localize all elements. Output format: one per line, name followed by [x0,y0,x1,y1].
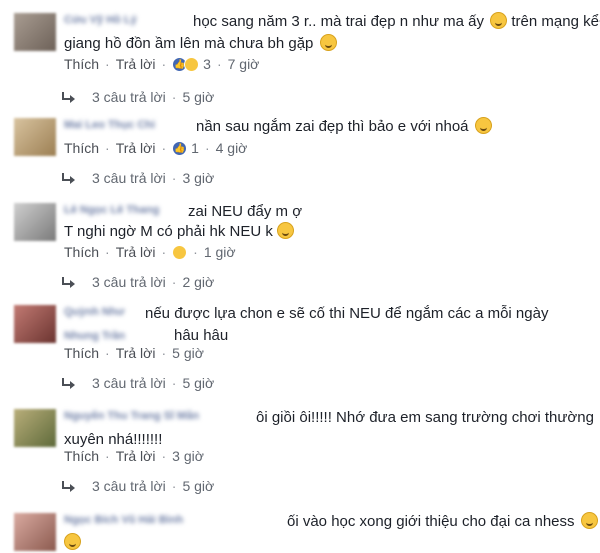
comment-text: ối vào học xong giới thiệu cho đại ca nh… [287,511,598,532]
replies-count[interactable]: 3 câu trả lời [92,89,166,105]
view-replies[interactable]: 3 câu trả lời · 5 giờ [62,89,214,105]
comment-author[interactable]: Lê Ngọc Lê Thang [64,204,184,218]
timestamp[interactable]: 4 giờ [216,140,248,156]
like-reaction-icon[interactable]: 👍 [172,140,188,156]
like-link[interactable]: Thích [64,140,99,156]
replies-time: 5 giờ [182,375,215,391]
avatar[interactable] [14,118,56,156]
comment-text: ôi giồi ôi!!!!! Nhớ đưa em sang trường c… [256,409,594,426]
comment-author[interactable]: Mai Leo Thục Chi [64,119,192,133]
like-link[interactable]: Thích [64,448,99,464]
reply-link[interactable]: Trả lời [116,345,156,361]
reaction-count[interactable]: 1 [191,140,199,156]
comment-actions: Thích · Trả lời · · 1 giờ [64,244,236,260]
timestamp[interactable]: 5 giờ [172,345,204,361]
timestamp[interactable]: 3 giờ [172,448,204,464]
like-link[interactable]: Thích [64,56,99,72]
reply-arrow-icon [62,481,75,492]
comment-author[interactable]: Ngọc Bích Vũ Hải Bình [64,514,284,528]
replies-count[interactable]: 3 câu trả lời [92,170,166,186]
reply-arrow-icon [62,277,75,288]
reply-arrow-icon [62,378,75,389]
laughing-emoji-icon [277,222,294,239]
comment-1: Cứu Vỹ Hồ Lý học sang năm 3 r.. mà trai … [0,0,600,105]
comment-4: Quỳnh Như nếu được lựa chon e sẽ cố thi … [0,292,600,395]
avatar[interactable] [14,513,56,551]
avatar[interactable] [14,305,56,343]
reply-link[interactable]: Trả lời [116,448,156,464]
comment-6: Ngọc Bích Vũ Hải Bình ối vào học xong gi… [0,500,600,553]
replies-time: 3 giờ [182,170,215,186]
replies-count[interactable]: 3 câu trả lời [92,375,166,391]
reaction-count[interactable]: 3 [203,56,211,72]
smirk-emoji-icon [64,533,81,550]
comment-author[interactable]: Nguyễn Thu Trang Sĩ Mẫn [64,410,248,424]
comment-3: Lê Ngọc Lê Thang zai NEU đẩy m ợ T nghi … [0,190,600,293]
comment-actions: Thích · Trả lời · 3 giờ [64,448,204,464]
comment-text-line2: hâu hâu [174,327,229,344]
comment-actions: Thích · Trả lời · 👍 1 · 4 giờ [64,140,248,156]
reply-link[interactable]: Trả lời [116,56,156,72]
comment-actions: Thích · Trả lời · 👍 3 · 7 giờ [64,56,260,72]
comment-text-line2: xuyên nhá!!!!!!! [64,431,163,448]
comment-author[interactable]: Cứu Vỹ Hồ Lý [64,14,186,28]
view-replies[interactable]: 3 câu trả lời · 2 giờ [62,274,214,290]
haha-reaction-icon[interactable] [172,244,188,260]
like-link[interactable]: Thích [64,345,99,361]
comment-text: nần sau ngắm zai đẹp thì bảo e với nhoá [196,116,492,137]
replies-time: 2 giờ [182,274,215,290]
replies-time: 5 giờ [182,478,215,494]
comment-text: học sang năm 3 r.. mà trai đẹp n như ma … [193,12,600,30]
comment-5: Nguyễn Thu Trang Sĩ Mẫn ôi giồi ôi!!!!! … [0,396,600,499]
smile-emoji-icon [490,12,508,29]
avatar[interactable] [14,13,56,51]
comment-text-line2: giang hồ đồn ầm lên mà chưa bh gặp [64,33,337,54]
reply-link[interactable]: Trả lời [116,244,156,260]
view-replies[interactable]: 3 câu trả lời · 5 giờ [62,375,214,391]
avatar[interactable] [14,409,56,447]
comment-text-line2 [64,532,81,553]
view-replies[interactable]: 3 câu trả lời · 5 giờ [62,478,214,494]
comment-actions: Thích · Trả lời · 5 giờ [64,345,204,361]
comment-text: nếu được lựa chon e sẽ cố thi NEU để ngắ… [145,305,549,322]
mentioned-user[interactable]: Nhung Trần [64,330,172,344]
haha-reaction-icon[interactable] [184,56,200,72]
replies-count[interactable]: 3 câu trả lời [92,478,166,494]
timestamp[interactable]: 7 giờ [228,56,260,72]
timestamp[interactable]: 1 giờ [204,244,236,260]
view-replies[interactable]: 3 câu trả lời · 3 giờ [62,170,214,186]
replies-count[interactable]: 3 câu trả lời [92,274,166,290]
comment-author[interactable]: Quỳnh Như [64,306,142,320]
reply-arrow-icon [62,173,75,184]
like-link[interactable]: Thích [64,244,99,260]
comment-text-line2: T nghi ngờ M có phải hk NEU k [64,221,294,242]
comment-text: zai NEU đẩy m ợ [188,203,303,220]
replies-time: 5 giờ [182,89,215,105]
smile-emoji-icon [319,34,337,51]
laughing-emoji-icon [474,117,492,134]
reply-link[interactable]: Trả lời [116,140,156,156]
reply-arrow-icon [62,92,75,103]
smirk-emoji-icon [580,512,598,529]
avatar[interactable] [14,203,56,241]
